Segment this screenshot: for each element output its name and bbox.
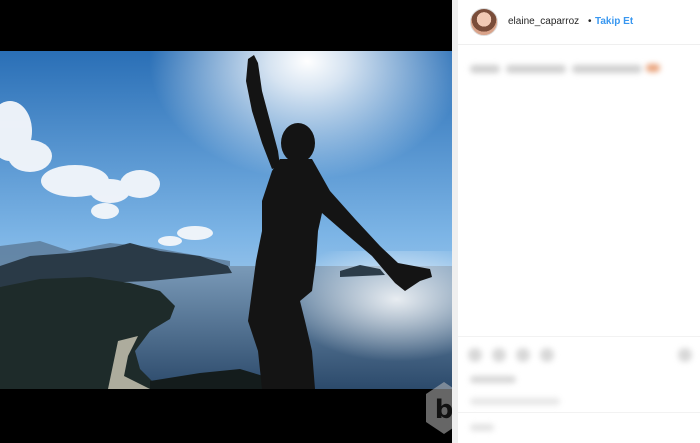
separator-dot: • — [588, 16, 592, 27]
post-side-panel: elaine_caparroz • Takip Et — [458, 0, 700, 443]
actions-divider — [458, 336, 700, 337]
b-logo-watermark-icon: b — [426, 382, 452, 434]
svg-text:b: b — [435, 395, 452, 425]
post-header: elaine_caparroz • Takip Et — [458, 0, 700, 45]
avatar[interactable] — [470, 8, 498, 36]
blurred-date — [470, 398, 560, 405]
blurred-caption — [470, 62, 670, 76]
comment-divider — [458, 412, 700, 413]
blurred-action-icons — [468, 345, 692, 365]
post-media-pane: b — [0, 0, 452, 443]
follow-button[interactable]: Takip Et — [595, 16, 633, 27]
post-photo[interactable] — [0, 51, 452, 389]
blurred-likes — [470, 376, 516, 383]
blurred-comment-input[interactable] — [470, 424, 494, 431]
username-link[interactable]: elaine_caparroz — [508, 16, 579, 27]
